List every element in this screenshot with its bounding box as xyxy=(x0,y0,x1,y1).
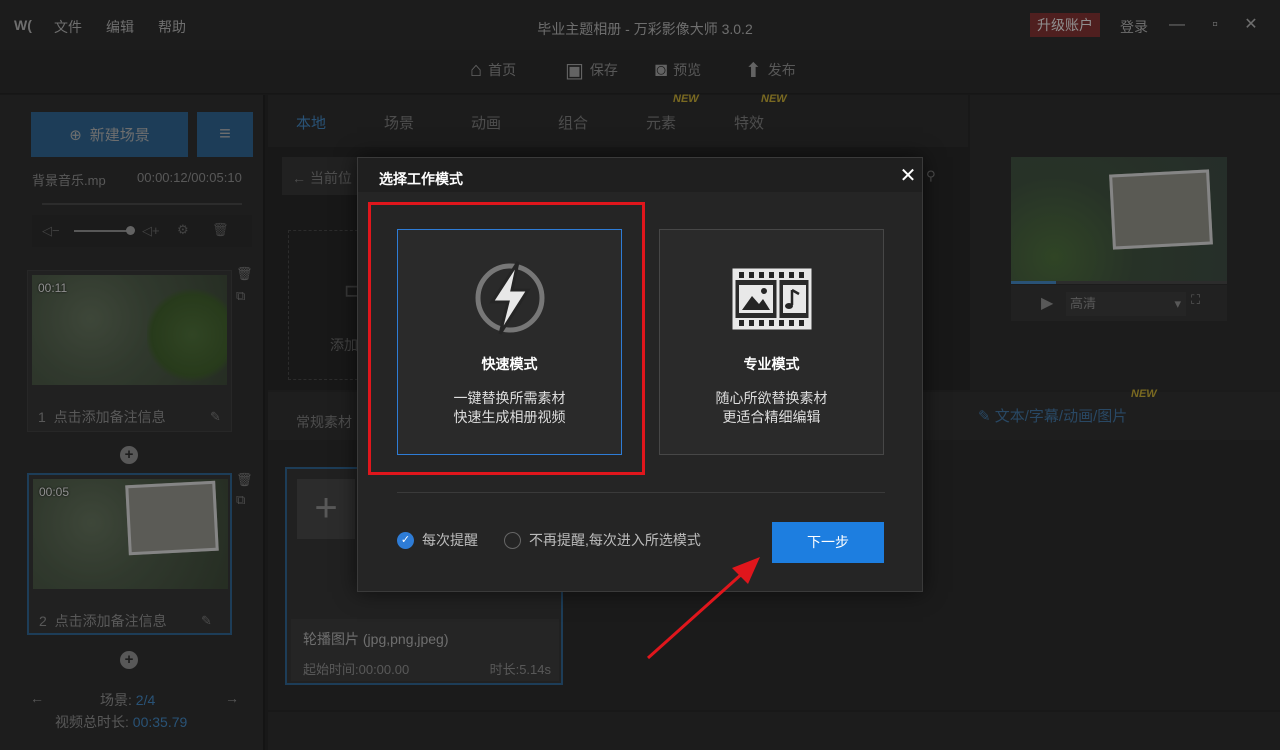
work-mode-dialog: 选择工作模式 ✕ 快速模式 一键替换所需素材 快速生成相册视频 专业模式 随心所… xyxy=(357,157,923,592)
film-strip-icon xyxy=(660,258,883,338)
remind-every-time-option[interactable]: ✓ 每次提醒 xyxy=(397,530,478,550)
remind-every-time-label: 每次提醒 xyxy=(422,532,478,548)
fast-mode-desc-line1: 一键替换所需素材 xyxy=(453,390,566,406)
radio-checked-icon: ✓ xyxy=(397,531,414,549)
pro-mode-card[interactable]: 专业模式 随心所欲替换素材 更适合精细编辑 xyxy=(659,229,884,455)
next-step-button[interactable]: 下一步 xyxy=(772,522,884,563)
pro-mode-name: 专业模式 xyxy=(743,356,800,372)
pro-mode-description: 随心所欲替换素材 更适合精细编辑 xyxy=(660,389,883,427)
fast-mode-card[interactable]: 快速模式 一键替换所需素材 快速生成相册视频 xyxy=(397,229,622,455)
lightning-icon xyxy=(398,258,621,338)
pro-mode-desc-line1: 随心所欲替换素材 xyxy=(715,390,828,406)
dialog-divider xyxy=(397,492,885,493)
fast-mode-desc-line2: 快速生成相册视频 xyxy=(453,409,566,425)
dialog-title: 选择工作模式 xyxy=(379,171,463,187)
close-icon[interactable]: ✕ xyxy=(896,164,920,188)
radio-unchecked-icon xyxy=(504,531,521,549)
pro-mode-desc-line2: 更适合精细编辑 xyxy=(722,409,821,425)
fast-mode-name: 快速模式 xyxy=(481,356,538,372)
fast-mode-description: 一键替换所需素材 快速生成相册视频 xyxy=(398,389,621,427)
no-remind-label: 不再提醒,每次进入所选模式 xyxy=(529,532,701,548)
no-remind-option[interactable]: 不再提醒,每次进入所选模式 xyxy=(504,530,701,550)
